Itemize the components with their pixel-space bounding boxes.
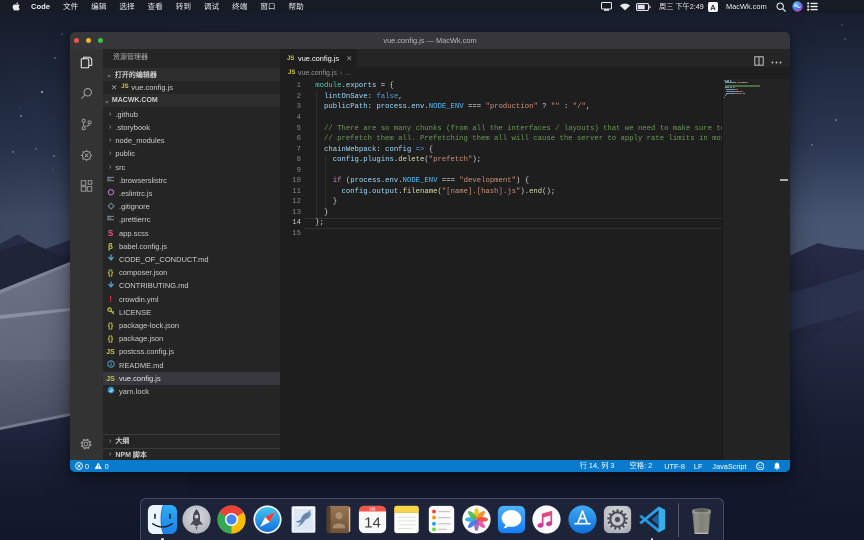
svg-text:A: A bbox=[710, 2, 716, 11]
svg-text:14: 14 bbox=[364, 514, 381, 531]
